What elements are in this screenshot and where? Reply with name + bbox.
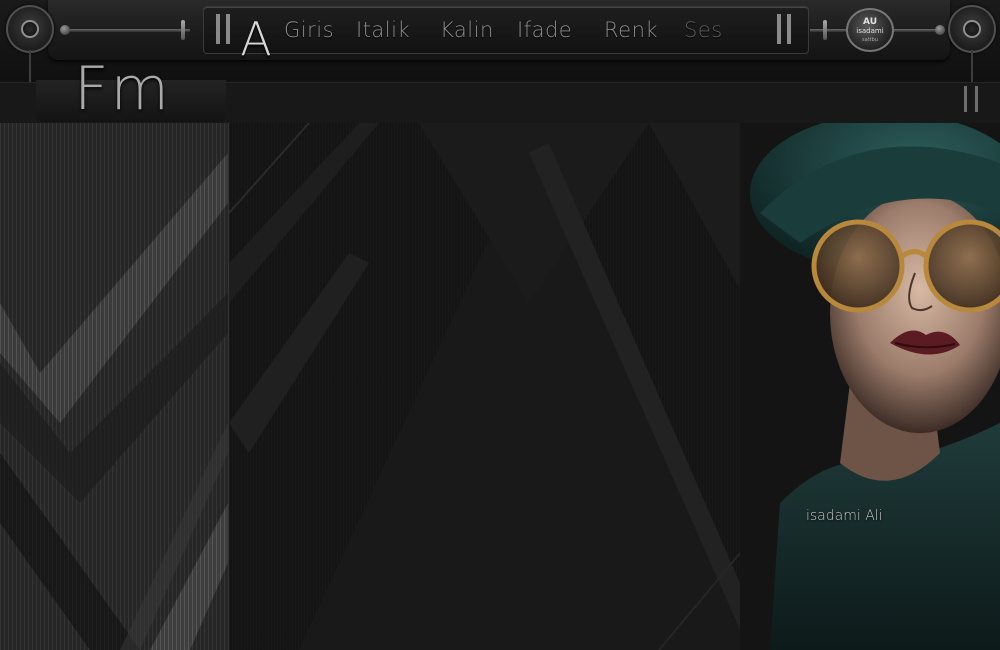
main-nav: Giris Italik Kalin Ifade Renk Ses [284, 14, 723, 46]
author-badge[interactable]: AU isadami sattbu [846, 8, 894, 52]
left-rail [60, 29, 190, 32]
nav-item-ifade[interactable]: Ifade [517, 14, 604, 46]
logo-letter[interactable]: A [232, 14, 280, 64]
nav-item-italik[interactable]: Italik [356, 14, 440, 46]
site-logo[interactable]: Fm [74, 56, 171, 122]
sub-bar-pause-icon [964, 86, 978, 112]
rail-cap-right [935, 25, 945, 35]
nav-item-kalin[interactable]: Kalin [440, 14, 517, 46]
pause-bars-right-icon [777, 14, 791, 44]
nav-item-ses[interactable]: Ses [684, 14, 723, 46]
pause-bars-left-icon [216, 14, 230, 44]
badge-line-2: isadami [856, 27, 884, 35]
left-knob-icon [6, 5, 54, 53]
sidebar [0, 123, 229, 650]
tick-left-icon [181, 20, 185, 40]
signature-text: isadami Ali [806, 508, 883, 524]
right-knob-icon [948, 5, 996, 53]
woman-portrait [740, 123, 1000, 650]
badge-line-1: AU [863, 17, 877, 27]
badge-line-3: sattbu [862, 37, 878, 43]
nav-item-giris[interactable]: Giris [284, 14, 356, 46]
rail-cap-left [60, 25, 70, 35]
sidebar-wood-pattern [0, 123, 228, 650]
nav-item-renk[interactable]: Renk [604, 14, 684, 46]
tick-right-icon [823, 20, 827, 40]
portrait-image [740, 123, 1000, 650]
